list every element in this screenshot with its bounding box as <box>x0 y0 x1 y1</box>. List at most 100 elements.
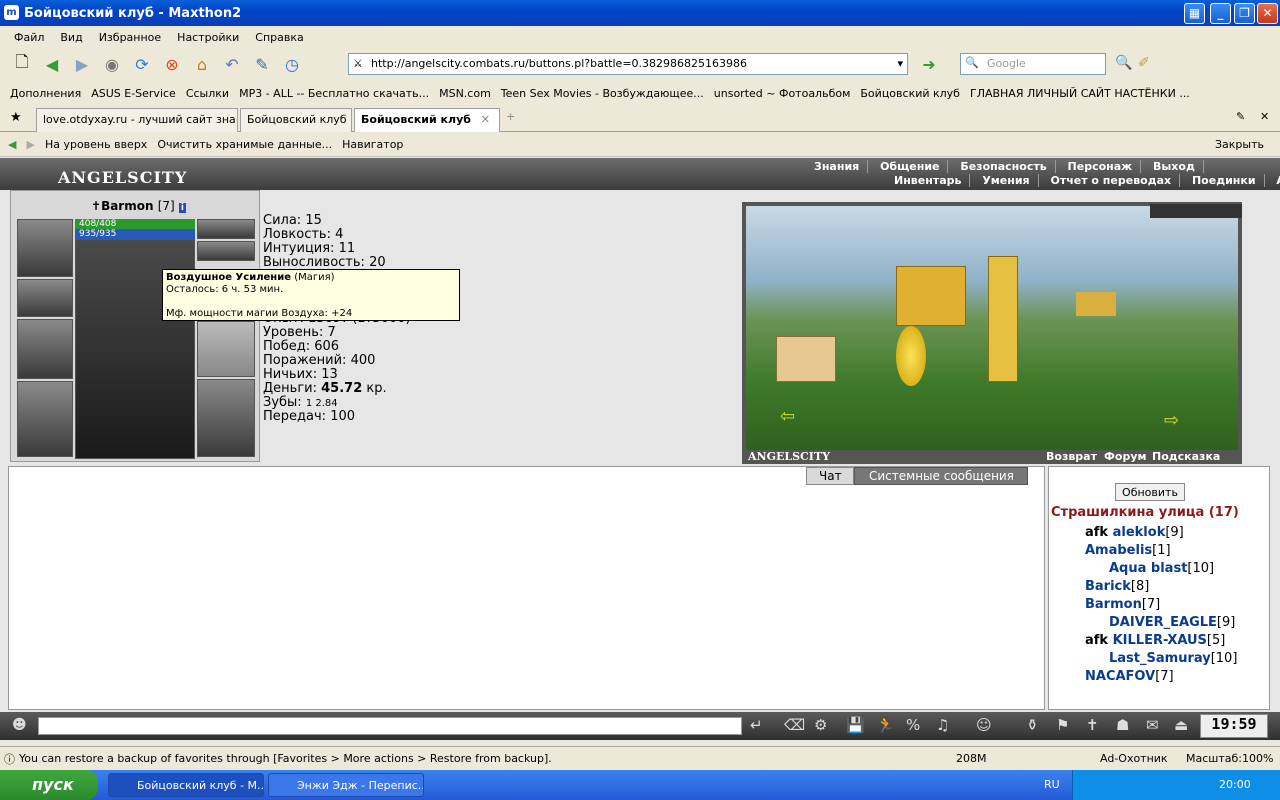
chevron-down-icon[interactable]: ▾ <box>897 57 903 70</box>
filter-icon[interactable]: ⚙ <box>814 716 827 734</box>
add-tab-icon[interactable]: + <box>506 110 515 123</box>
history-dropdown-icon[interactable]: ◉ <box>100 52 124 76</box>
forum-link[interactable]: Форум <box>1104 450 1147 463</box>
castle-building[interactable] <box>1076 292 1116 316</box>
cross-button-icon[interactable]: ✝ <box>1086 716 1099 734</box>
bookmark-item[interactable]: MSN.com <box>439 87 491 100</box>
refresh-icon[interactable]: ⟳ <box>130 52 154 76</box>
bookmark-item[interactable]: Teen Sex Movies - Возбуждающее... <box>501 87 704 100</box>
church-building[interactable] <box>896 266 966 326</box>
list-item[interactable]: Amabelis[1] <box>1085 543 1171 558</box>
close-tab-icon[interactable]: ✕ <box>481 113 490 126</box>
menu-settings[interactable]: Настройки <box>169 31 247 44</box>
list-item[interactable]: Last_Samuray[10] <box>1109 651 1237 666</box>
sound-icon[interactable]: ♫ <box>936 716 949 734</box>
nav-inventory[interactable]: Инвентарь <box>886 174 971 187</box>
messages-icon[interactable]: ✉ <box>1146 716 1159 734</box>
address-bar[interactable]: ⚔ http://angelscity.combats.ru/buttons.p… <box>348 53 908 75</box>
go-icon[interactable]: ➜ <box>917 52 941 76</box>
nav-profile[interactable]: Анкета <box>1268 174 1280 187</box>
search-input[interactable]: 🔍 Google <box>960 53 1106 75</box>
nav-communication[interactable]: Общение <box>872 160 949 173</box>
nav-duels[interactable]: Поединки <box>1183 174 1265 187</box>
wrench-icon[interactable]: ✎ <box>1236 110 1245 123</box>
send-icon[interactable]: ↵ <box>750 716 763 734</box>
refresh-button[interactable]: Обновить <box>1115 483 1185 501</box>
list-item[interactable]: afk aleklok[9] <box>1085 525 1184 540</box>
search-go-icon[interactable]: 🔍 <box>1115 55 1132 71</box>
highlight-icon[interactable]: ✐ <box>1138 55 1150 71</box>
list-item[interactable]: Aqua blast[10] <box>1109 561 1214 576</box>
tab-fightclub-1[interactable]: Бойцовский клуб <box>240 108 352 132</box>
list-item[interactable]: afk KILLER-XAUS[5] <box>1085 633 1225 648</box>
bookmark-item[interactable]: ASUS E-Service <box>91 87 176 100</box>
bookmark-item[interactable]: Дополнения <box>10 87 81 100</box>
tile-icon[interactable]: ▦ <box>1184 3 1205 24</box>
item-slot-earrings[interactable] <box>197 219 255 239</box>
bag-icon[interactable]: ⚱ <box>1026 716 1039 734</box>
info-icon[interactable]: i <box>178 203 186 213</box>
bank-building[interactable] <box>896 326 926 386</box>
menu-file[interactable]: Файл <box>6 31 52 44</box>
forward-small-icon[interactable]: ▶ <box>26 138 34 151</box>
group-icon[interactable]: ☗ <box>1116 716 1129 734</box>
magic-wand-icon[interactable]: ✎ <box>250 52 274 76</box>
tab-love[interactable]: love.otdyxay.ru - лучший сайт зна... <box>36 108 238 132</box>
nav-skills[interactable]: Умения <box>974 174 1039 187</box>
list-item[interactable]: NACAFOV[7] <box>1085 669 1174 684</box>
menu-help[interactable]: Справка <box>247 31 311 44</box>
nav-exit[interactable]: Выход <box>1144 160 1204 173</box>
item-slot-amulet[interactable] <box>197 241 255 261</box>
language-indicator[interactable]: RU <box>1044 778 1060 791</box>
fight-icon[interactable]: 🏃 <box>876 716 895 734</box>
house-building[interactable] <box>776 336 836 382</box>
list-item[interactable]: Barick[8] <box>1085 579 1149 594</box>
back-icon[interactable]: ◀ <box>40 52 64 76</box>
new-tab-icon[interactable]: 🗋 <box>10 52 34 76</box>
exit-icon[interactable]: ⏏ <box>1174 716 1188 734</box>
nav-security[interactable]: Безопасность <box>952 160 1056 173</box>
minimize-button[interactable]: _ <box>1210 3 1231 24</box>
bookmark-item[interactable]: Ссылки <box>186 87 229 100</box>
bookmark-item[interactable]: unsorted ~ Фотоальбом <box>714 87 851 100</box>
nav-transfers[interactable]: Отчет о переводах <box>1042 174 1181 187</box>
back-small-icon[interactable]: ◀ <box>8 138 16 151</box>
item-slot-armor[interactable] <box>17 381 73 457</box>
hint-link[interactable]: Подсказка <box>1152 450 1220 463</box>
chat-input[interactable] <box>38 717 742 735</box>
undo-icon[interactable]: ↶ <box>220 52 244 76</box>
menu-view[interactable]: Вид <box>52 31 90 44</box>
tab-chat[interactable]: Чат <box>806 467 854 485</box>
bookmark-item[interactable]: Бойцовский клуб <box>860 87 960 100</box>
bookmark-item[interactable]: ГЛАВНАЯ ЛИЧНЫЙ САЙТ НАСТЁНКИ ... <box>970 87 1190 100</box>
start-button[interactable]: пуск <box>0 770 98 800</box>
list-item[interactable]: Barmon[7] <box>1085 597 1160 612</box>
smiley-icon[interactable]: ☺ <box>976 716 992 734</box>
close-tabs-icon[interactable]: ✕ <box>1260 110 1269 123</box>
item-slot-legs[interactable] <box>197 379 255 457</box>
return-link[interactable]: Возврат <box>1046 450 1097 463</box>
item-slot-weapon[interactable] <box>17 319 73 379</box>
taskbar-item-browser[interactable]: Бойцовский клуб - М... <box>108 773 264 797</box>
clock-icon[interactable]: ◷ <box>280 52 304 76</box>
taskbar-item-other[interactable]: Энжи Эдж - Перепис... <box>268 773 424 797</box>
item-slot-helmet[interactable] <box>17 219 73 277</box>
save-icon[interactable]: 💾 <box>846 716 865 734</box>
item-slot-gloves[interactable] <box>17 279 73 317</box>
maximize-button[interactable]: ❐ <box>1234 3 1255 24</box>
clear-data-button[interactable]: Очистить хранимые данные... <box>157 138 332 151</box>
location-scene[interactable]: ⇦ ⇨ <box>742 202 1242 462</box>
nav-character[interactable]: Персонаж <box>1059 160 1142 173</box>
bookmark-item[interactable]: MP3 - ALL -- Бесплатно скачать... <box>239 87 429 100</box>
arrow-left-icon[interactable]: ⇦ <box>780 406 795 427</box>
item-slot-shield[interactable] <box>197 321 255 377</box>
tab-system-messages[interactable]: Системные сообщения <box>854 467 1028 485</box>
map-icon[interactable]: ⚑ <box>1056 716 1069 734</box>
nav-knowledge[interactable]: Знания <box>806 160 869 173</box>
close-navbar-button[interactable]: Закрыть <box>1215 138 1264 151</box>
pl-icon[interactable]: % <box>906 716 920 734</box>
tab-fightclub-2[interactable]: Бойцовский клуб ✕ <box>354 108 500 132</box>
tower-building[interactable] <box>988 256 1018 382</box>
eraser-icon[interactable]: ⌫ <box>784 716 805 734</box>
menu-favorites[interactable]: Избранное <box>91 31 169 44</box>
